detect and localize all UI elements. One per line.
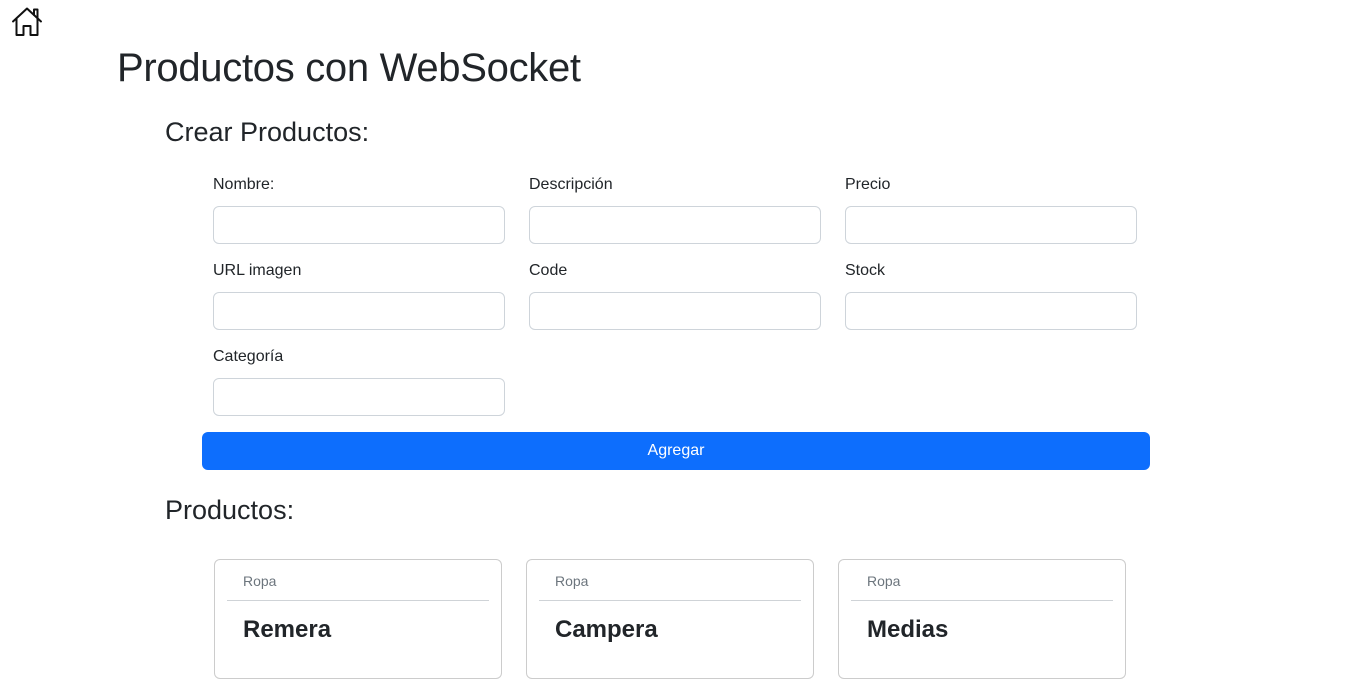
stock-label: Stock [845,262,886,279]
card-divider [851,600,1113,601]
card-divider [227,600,489,601]
product-card: Ropa Medias [838,559,1126,679]
nombre-label: Nombre: [213,176,275,193]
stock-input[interactable] [845,292,1137,330]
categoria-field-group: Categoría [213,347,505,416]
card-divider [539,600,801,601]
url-imagen-label: URL imagen [213,262,302,279]
product-card: Ropa Remera [214,559,502,679]
stock-field-group: Stock [845,261,1137,330]
home-link[interactable] [10,5,44,39]
code-label: Code [529,262,568,279]
home-icon [10,5,44,39]
descripcion-label: Descripción [529,176,613,193]
product-name: Campera [555,616,658,643]
product-category: Ropa [555,573,589,589]
product-card: Ropa Campera [526,559,814,679]
precio-input[interactable] [845,206,1137,244]
precio-field-group: Precio [845,175,1137,244]
product-name: Remera [243,616,332,643]
descripcion-input[interactable] [529,206,821,244]
products-heading: Productos: [165,495,295,525]
create-products-heading: Crear Productos: [165,117,370,147]
product-name: Medias [867,616,949,643]
code-field-group: Code [529,261,821,330]
page-title: Productos con WebSocket [117,46,581,90]
product-category: Ropa [243,573,277,589]
url-imagen-field-group: URL imagen [213,261,505,330]
nombre-field-group: Nombre: [213,175,505,244]
code-input[interactable] [529,292,821,330]
agregar-button[interactable]: Agregar [202,432,1150,470]
descripcion-field-group: Descripción [529,175,821,244]
categoria-label: Categoría [213,348,284,365]
product-category: Ropa [867,573,901,589]
categoria-input[interactable] [213,378,505,416]
url-imagen-input[interactable] [213,292,505,330]
nombre-input[interactable] [213,206,505,244]
precio-label: Precio [845,176,891,193]
